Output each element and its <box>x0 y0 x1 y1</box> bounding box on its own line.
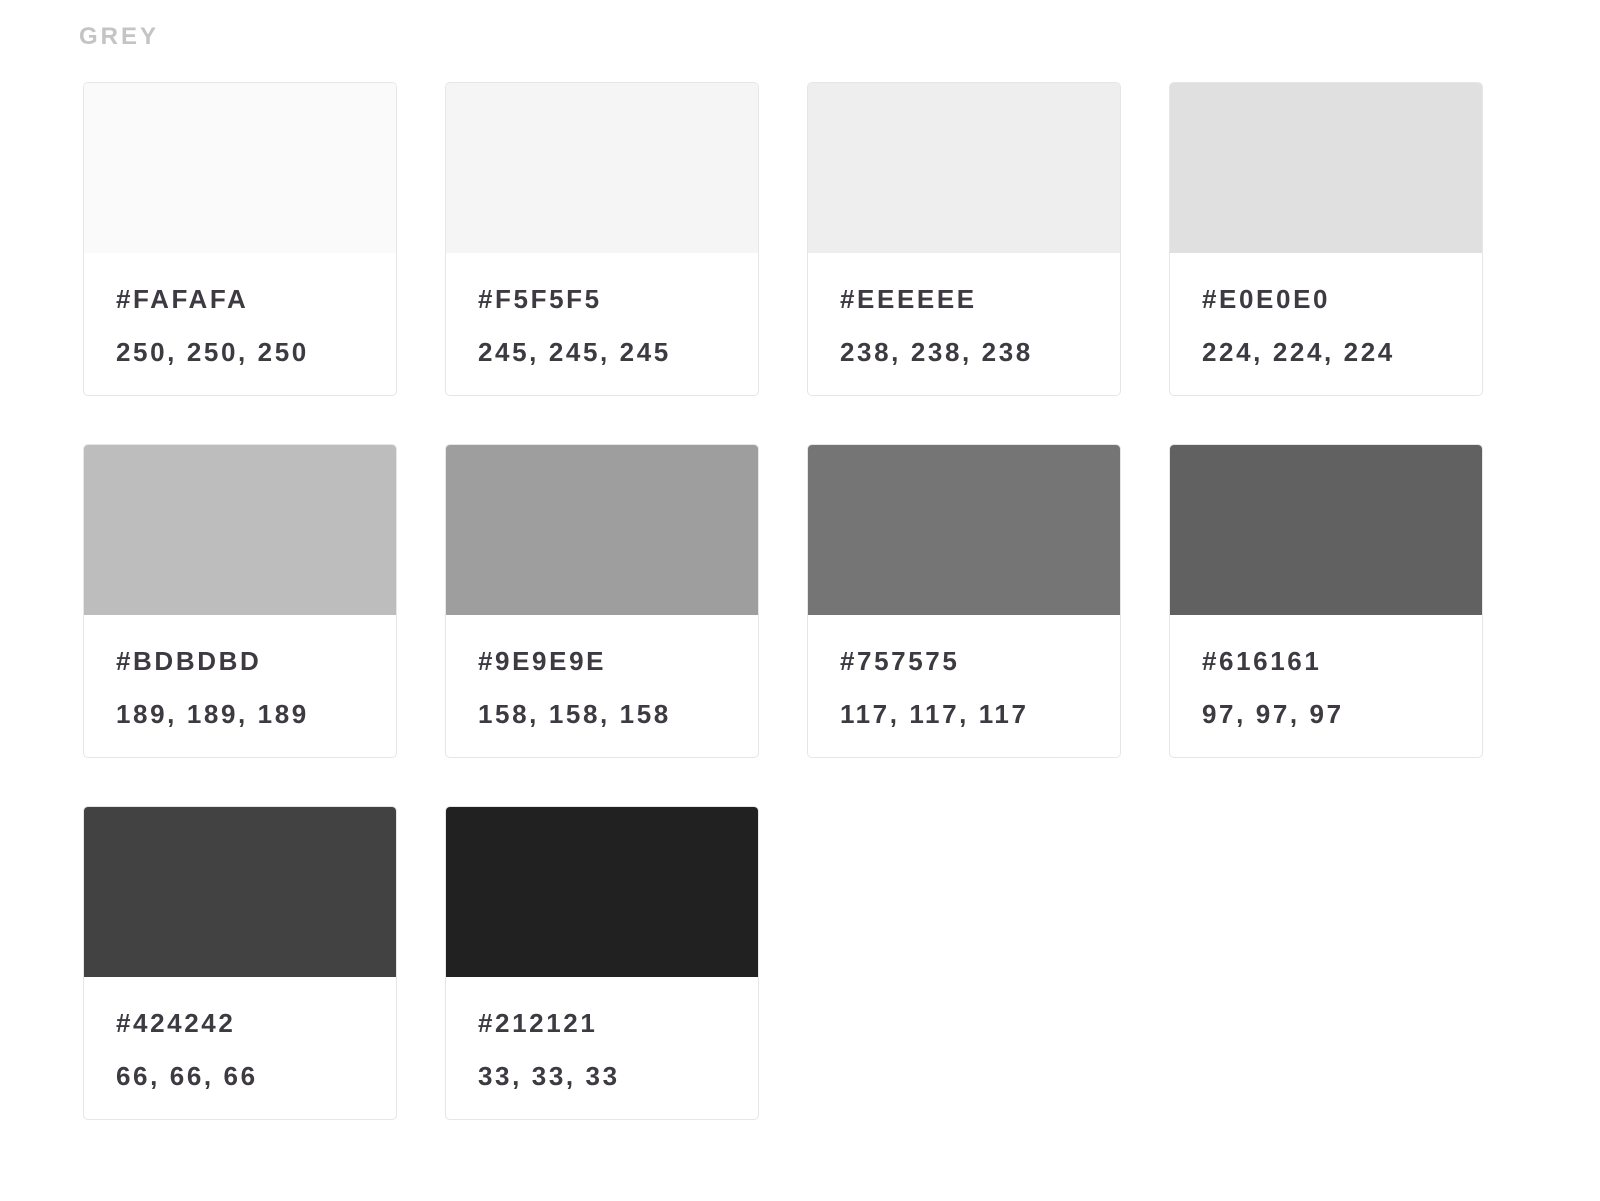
rgb-value: 238, 238, 238 <box>840 337 1033 367</box>
hex-value: #BDBDBD <box>116 646 262 676</box>
hex-value: #F5F5F5 <box>478 284 602 314</box>
swatch-card[interactable]: #757575 117, 117, 117 <box>807 444 1121 758</box>
swatch-card[interactable]: #BDBDBD 189, 189, 189 <box>83 444 397 758</box>
hex-value: #EEEEEE <box>840 284 977 314</box>
color-swatch <box>446 83 758 253</box>
hex-value: #616161 <box>1202 646 1322 676</box>
color-swatch <box>84 445 396 615</box>
rgb-value: 250, 250, 250 <box>116 337 309 367</box>
color-swatch <box>446 445 758 615</box>
rgb-value: 189, 189, 189 <box>116 699 309 729</box>
hex-value: #757575 <box>840 646 960 676</box>
rgb-value: 117, 117, 117 <box>840 699 1029 729</box>
swatch-card[interactable]: #FAFAFA 250, 250, 250 <box>83 82 397 396</box>
rgb-value: 224, 224, 224 <box>1202 337 1395 367</box>
swatch-card[interactable]: #E0E0E0 224, 224, 224 <box>1169 82 1483 396</box>
swatch-info: #F5F5F5 245, 245, 245 <box>446 253 758 368</box>
swatch-info: #424242 66, 66, 66 <box>84 977 396 1092</box>
hex-value: #FAFAFA <box>116 284 249 314</box>
swatch-info: #757575 117, 117, 117 <box>808 615 1120 730</box>
swatch-card[interactable]: #EEEEEE 238, 238, 238 <box>807 82 1121 396</box>
swatch-info: #FAFAFA 250, 250, 250 <box>84 253 396 368</box>
swatch-info: #616161 97, 97, 97 <box>1170 615 1482 730</box>
color-swatch <box>446 807 758 977</box>
hex-value: #424242 <box>116 1008 236 1038</box>
color-swatch <box>1170 83 1482 253</box>
color-swatch <box>808 83 1120 253</box>
swatch-card[interactable]: #212121 33, 33, 33 <box>445 806 759 1120</box>
color-swatch <box>1170 445 1482 615</box>
swatch-card[interactable]: #F5F5F5 245, 245, 245 <box>445 82 759 396</box>
swatch-info: #212121 33, 33, 33 <box>446 977 758 1092</box>
color-swatch <box>84 83 396 253</box>
section-title: GREY <box>79 23 160 50</box>
rgb-value: 66, 66, 66 <box>116 1061 258 1091</box>
rgb-value: 245, 245, 245 <box>478 337 671 367</box>
hex-value: #212121 <box>478 1008 598 1038</box>
swatch-info: #EEEEEE 238, 238, 238 <box>808 253 1120 368</box>
color-swatch <box>84 807 396 977</box>
hex-value: #9E9E9E <box>478 646 607 676</box>
swatch-card[interactable]: #9E9E9E 158, 158, 158 <box>445 444 759 758</box>
swatch-info: #E0E0E0 224, 224, 224 <box>1170 253 1482 368</box>
rgb-value: 33, 33, 33 <box>478 1061 620 1091</box>
swatch-grid: #FAFAFA 250, 250, 250 #F5F5F5 245, 245, … <box>83 82 1483 1120</box>
swatch-info: #BDBDBD 189, 189, 189 <box>84 615 396 730</box>
color-swatch <box>808 445 1120 615</box>
rgb-value: 97, 97, 97 <box>1202 699 1344 729</box>
hex-value: #E0E0E0 <box>1202 284 1331 314</box>
swatch-info: #9E9E9E 158, 158, 158 <box>446 615 758 730</box>
swatch-card[interactable]: #616161 97, 97, 97 <box>1169 444 1483 758</box>
rgb-value: 158, 158, 158 <box>478 699 671 729</box>
swatch-card[interactable]: #424242 66, 66, 66 <box>83 806 397 1120</box>
